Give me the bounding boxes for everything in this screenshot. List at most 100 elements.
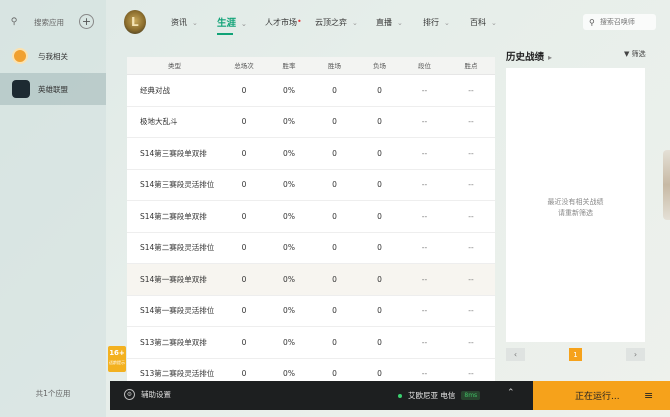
table-cell: 0 xyxy=(332,117,337,127)
filter-button[interactable]: ▼ 筛选 xyxy=(624,49,646,59)
tab-news[interactable]: 资讯 ⌄ xyxy=(171,17,198,28)
prev-page-button[interactable]: ‹ xyxy=(506,348,525,361)
table-cell: -- xyxy=(421,243,428,253)
chevron-up-icon[interactable]: ⌃ xyxy=(507,388,515,398)
table-cell: 0 xyxy=(241,243,247,253)
history-panel: 最近没有相关战绩 请重新筛选 xyxy=(506,68,645,342)
table-cell: 0 xyxy=(241,306,247,316)
table-row[interactable]: S14第二赛段单双排 0 0% 0 0 -- -- xyxy=(127,201,495,233)
page-number[interactable]: 1 xyxy=(569,348,582,361)
table-cell: S14第三赛段单双排 xyxy=(140,148,207,158)
sidebar-item-label: 英雄联盟 xyxy=(38,84,68,94)
table-cell: -- xyxy=(421,369,428,379)
career-stats-table: 类型 总场次 胜率 胜场 负场 段位 胜点 经典对战 0 0% 0 0 -- -- 极地大乱斗… xyxy=(127,57,495,382)
table-cell: 0 xyxy=(332,274,337,284)
table-row[interactable]: S14第三赛段单双排 0 0% 0 0 -- -- xyxy=(127,138,495,170)
table-cell: S13第二赛段灵活排位 xyxy=(140,369,215,379)
table-cell: -- xyxy=(421,148,428,158)
next-page-button[interactable]: › xyxy=(626,348,645,361)
age-value: 16+ xyxy=(109,349,125,357)
tab-label: 人才市场 xyxy=(265,18,297,27)
table-cell: 0 xyxy=(377,243,382,253)
server-selector[interactable]: 艾欧尼亚 电信 8ms xyxy=(398,390,481,401)
tab-label: 直播 xyxy=(376,18,392,27)
table-cell: -- xyxy=(421,180,428,190)
table-row[interactable]: S14第一赛段灵活排位 0 0% 0 0 -- -- xyxy=(127,296,495,327)
table-body: 经典对战 0 0% 0 0 -- -- 极地大乱斗 0 0% 0 0 -- -- S14第三赛段单双排 0 0%… xyxy=(127,75,495,382)
table-row[interactable]: S13第二赛段单双排 0 0% 0 0 -- -- xyxy=(127,327,495,359)
table-row[interactable]: S13第二赛段灵活排位 0 0% 0 0 -- -- xyxy=(127,359,495,383)
lol-app-icon xyxy=(12,80,30,98)
server-name: 艾欧尼亚 电信 xyxy=(408,391,456,400)
table-row[interactable]: S14第二赛段灵活排位 0 0% 0 0 -- -- xyxy=(127,233,495,264)
table-cell: 0 xyxy=(332,148,337,158)
column-header: 总场次 xyxy=(234,62,254,70)
notification-dot: • xyxy=(297,17,302,26)
table-cell: 极地大乱斗 xyxy=(140,117,178,127)
column-header: 类型 xyxy=(168,62,181,70)
assist-settings-button[interactable]: ⚙ 辅助设置 xyxy=(124,389,171,400)
table-cell: -- xyxy=(421,337,428,347)
sidebar-item-lol[interactable]: 英雄联盟 xyxy=(0,73,106,105)
table-cell: 经典对战 xyxy=(140,85,170,95)
table-cell: 0 xyxy=(377,306,382,316)
table-cell: -- xyxy=(421,306,428,316)
table-row[interactable]: S14第三赛段灵活排位 0 0% 0 0 -- -- xyxy=(127,170,495,201)
chevron-right-icon: › xyxy=(633,350,638,359)
table-cell: 0 xyxy=(241,117,247,127)
table-cell: 0 xyxy=(377,180,382,190)
table-cell: 0 xyxy=(377,211,382,221)
sidebar-search-label: 搜索应用 xyxy=(34,17,64,27)
table-cell: 0% xyxy=(283,211,295,221)
table-row[interactable]: 经典对战 0 0% 0 0 -- -- xyxy=(127,75,495,107)
filter-label: 筛选 xyxy=(631,50,646,58)
table-header: 类型 总场次 胜率 胜场 负场 段位 胜点 xyxy=(127,57,495,75)
sidebar-search[interactable]: ⚲ 搜索应用 + xyxy=(8,12,100,32)
tab-career[interactable]: 生涯 ⌄ xyxy=(217,15,247,35)
table-cell: 0 xyxy=(377,337,382,347)
table-cell: S14第一赛段单双排 xyxy=(140,274,207,284)
table-cell: 0% xyxy=(283,306,295,316)
table-cell: -- xyxy=(421,274,428,284)
table-cell: 0 xyxy=(332,85,337,95)
chevron-down-icon: ⌄ xyxy=(241,20,247,28)
tab-label: 资讯 xyxy=(171,18,187,27)
search-icon: ⚲ xyxy=(589,17,595,27)
summoner-search-input[interactable]: ⚲ 搜索召唤师 xyxy=(583,14,656,30)
column-header: 段位 xyxy=(418,62,431,70)
tab-rank[interactable]: 排行 ⌄ xyxy=(423,17,450,28)
menu-icon[interactable]: ≡ xyxy=(644,389,653,402)
chevron-right-icon: ▸ xyxy=(548,53,553,62)
table-cell: 0 xyxy=(377,274,382,284)
tab-talent-market[interactable]: 人才市场• xyxy=(265,17,302,28)
table-cell: 0 xyxy=(332,180,337,190)
table-row[interactable]: S14第一赛段单双排 0 0% 0 0 -- -- xyxy=(127,264,495,296)
table-cell: 0 xyxy=(241,274,247,284)
running-button[interactable]: 正在运行... ≡ xyxy=(533,381,670,410)
tab-label: 百科 xyxy=(470,18,486,27)
table-cell: -- xyxy=(468,85,474,95)
chevron-down-icon: ⌄ xyxy=(444,19,450,27)
chevron-down-icon: ⌄ xyxy=(352,19,358,27)
tab-label: 排行 xyxy=(423,18,439,27)
table-row[interactable]: 极地大乱斗 0 0% 0 0 -- -- xyxy=(127,107,495,138)
status-dot-icon xyxy=(398,393,402,398)
tab-wiki[interactable]: 百科 ⌄ xyxy=(470,17,497,28)
add-app-button[interactable]: + xyxy=(79,14,94,29)
table-cell: 0% xyxy=(283,243,295,253)
sidebar-item-related[interactable]: 与我相关 xyxy=(0,42,106,70)
table-cell: S14第一赛段灵活排位 xyxy=(140,306,215,316)
table-cell: -- xyxy=(468,180,474,190)
filter-icon: ▼ xyxy=(624,50,630,58)
column-header: 胜率 xyxy=(282,62,296,70)
chevron-down-icon: ⌄ xyxy=(192,19,198,27)
table-cell: -- xyxy=(421,85,428,95)
tab-label: 云顶之弈 xyxy=(315,18,347,27)
tab-live[interactable]: 直播 ⌄ xyxy=(376,17,403,28)
table-cell: S14第二赛段单双排 xyxy=(140,211,207,221)
history-title[interactable]: 历史战绩 ▸ xyxy=(506,49,552,63)
empty-line-2: 请重新筛选 xyxy=(558,209,593,217)
tab-tft[interactable]: 云顶之弈 ⌄ xyxy=(315,17,358,28)
column-header: 负场 xyxy=(373,62,386,70)
chevron-left-icon: ‹ xyxy=(513,350,518,359)
